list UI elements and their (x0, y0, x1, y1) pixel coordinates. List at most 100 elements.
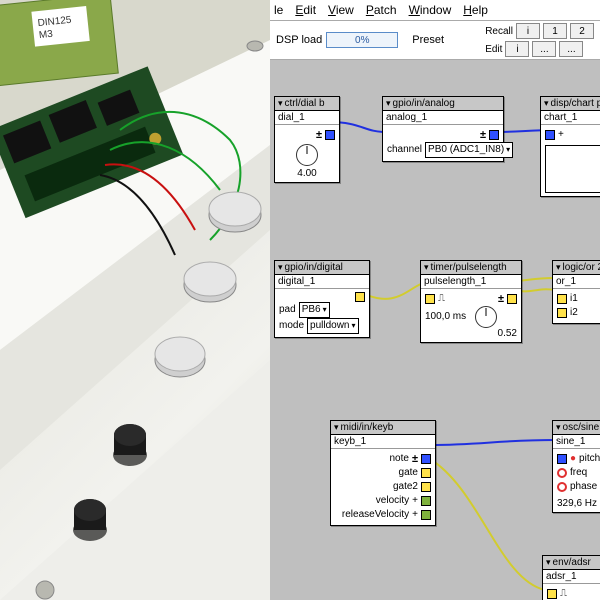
node-instance: chart_1 (541, 111, 600, 125)
chart-display (545, 145, 600, 193)
i2-label: i2 (570, 306, 578, 320)
pulse-icon: ⎍ (560, 587, 567, 600)
outlet-gate[interactable] (421, 468, 431, 478)
menu-window[interactable]: Window (409, 3, 452, 17)
menu-help[interactable]: Help (463, 3, 488, 17)
patch-canvas[interactable]: ctrl/dial b dial_1 ± 4.00 gpio/in/analog… (270, 60, 600, 600)
node-title: logic/or 2 (553, 261, 600, 275)
pulse-time: 100,0 ms (425, 310, 466, 324)
recall-i-button[interactable]: i (516, 23, 540, 39)
mode-label: mode (279, 319, 304, 333)
node-or[interactable]: logic/or 2 or_1 i1 i2 (552, 260, 600, 324)
node-keyb[interactable]: midi/in/keyb keyb_1 note ± gate gate2 ve… (330, 420, 436, 526)
outlet-rvelocity[interactable] (421, 510, 431, 520)
gate-label: gate (399, 466, 418, 480)
note-label: note (389, 452, 408, 466)
toolbar: DSP load 0% Preset Recall i 1 2 Edit i .… (270, 21, 600, 60)
menu-file[interactable]: le (274, 3, 283, 17)
preset-label: Preset (412, 34, 444, 46)
node-instance: pulselength_1 (421, 275, 521, 289)
node-instance: digital_1 (275, 275, 369, 289)
pad-label: pad (279, 303, 296, 317)
outlet-velocity[interactable] (421, 496, 431, 506)
node-instance: keyb_1 (331, 435, 435, 449)
recall-label: Recall (485, 26, 513, 37)
node-pulselength[interactable]: timer/pulselength pulselength_1 ⎍ ± 100,0… (420, 260, 522, 343)
hardware-photo: DIN125 M3 (0, 0, 270, 600)
node-instance: dial_1 (275, 111, 339, 125)
plusminus-icon: ± (412, 452, 418, 466)
dsp-load-bar: 0% (326, 32, 398, 48)
freq-label: freq (570, 466, 587, 480)
node-instance: sine_1 (553, 435, 600, 449)
inlet-gate[interactable] (547, 589, 557, 599)
inlet-phase[interactable] (557, 482, 567, 492)
node-title: osc/sine (553, 421, 600, 435)
node-title: disp/chart p (541, 97, 600, 111)
inlet-pitch[interactable] (557, 454, 567, 464)
outlet-port[interactable] (507, 294, 517, 304)
dsp-label: DSP load (276, 34, 322, 46)
pulse-knob[interactable] (475, 306, 497, 328)
recall-1-button[interactable]: 1 (543, 23, 567, 39)
menu-view[interactable]: View (328, 3, 354, 17)
inlet-i1[interactable] (557, 294, 567, 304)
patcher-app: le Edit View Patch Window Help DSP load … (270, 0, 600, 600)
menu-edit[interactable]: Edit (295, 3, 316, 17)
inlet-port[interactable] (425, 294, 435, 304)
dial-knob[interactable] (296, 144, 318, 166)
node-digital[interactable]: gpio/in/digital digital_1 padPB6 modepul… (274, 260, 370, 338)
rvelocity-label: releaseVelocity (342, 508, 409, 522)
pulse-icon: ⎍ (438, 292, 445, 306)
plusminus-icon: ± (498, 292, 504, 306)
node-analog[interactable]: gpio/in/analog analog_1 ± channelPB0 (AD… (382, 96, 504, 162)
menu-patch[interactable]: Patch (366, 3, 397, 17)
node-title: env/adsr (543, 556, 600, 570)
node-instance: or_1 (553, 275, 600, 289)
outlet-gate2[interactable] (421, 482, 431, 492)
outlet-port[interactable] (489, 130, 499, 140)
channel-select[interactable]: PB0 (ADC1_IN8) (425, 142, 513, 158)
pitch-label: pitch (579, 452, 600, 466)
edit-label: Edit (485, 44, 502, 55)
node-title: timer/pulselength (421, 261, 521, 275)
dial-value: 4.00 (279, 168, 335, 179)
node-dial[interactable]: ctrl/dial b dial_1 ± 4.00 (274, 96, 340, 183)
node-title: gpio/in/digital (275, 261, 369, 275)
channel-label: channel (387, 143, 422, 157)
gate2-label: gate2 (393, 480, 418, 494)
dot-icon: ● (570, 452, 576, 466)
outlet-note[interactable] (421, 454, 431, 464)
inlet-port[interactable] (545, 130, 555, 140)
svg-text:M3: M3 (38, 29, 53, 41)
pulse-value: 0.52 (425, 328, 517, 339)
recall-2-button[interactable]: 2 (570, 23, 594, 39)
plusminus-icon: ± (480, 128, 486, 142)
mode-select[interactable]: pulldown (307, 318, 359, 334)
plus-icon: + (412, 494, 418, 508)
edit-dots-button[interactable]: ... (532, 41, 556, 57)
node-sine[interactable]: osc/sine sine_1 ●pitch freq phase 329,6 … (552, 420, 600, 513)
plus-icon: + (412, 508, 418, 522)
node-chart[interactable]: disp/chart p chart_1 + (540, 96, 600, 197)
inlet-i2[interactable] (557, 308, 567, 318)
velocity-label: velocity (376, 494, 409, 508)
sine-hz: 329,6 Hz (557, 498, 600, 509)
pad-select[interactable]: PB6 (299, 302, 330, 318)
inlet-freq[interactable] (557, 468, 567, 478)
node-adsr[interactable]: env/adsr adsr_1 ⎍ a 97,08 ms (542, 555, 600, 600)
node-title: gpio/in/analog (383, 97, 503, 111)
edit-i-button[interactable]: i (505, 41, 529, 57)
edit-dots2-button[interactable]: ... (559, 41, 583, 57)
plus-icon: + (558, 128, 564, 142)
outlet-port[interactable] (325, 130, 335, 140)
menubar: le Edit View Patch Window Help (270, 0, 600, 21)
node-instance: adsr_1 (543, 570, 600, 584)
node-title: midi/in/keyb (331, 421, 435, 435)
i1-label: i1 (570, 292, 578, 306)
phase-label: phase (570, 480, 597, 494)
node-instance: analog_1 (383, 111, 503, 125)
outlet-port[interactable] (355, 292, 365, 302)
node-title: ctrl/dial b (275, 97, 339, 111)
plusminus-icon: ± (316, 128, 322, 142)
